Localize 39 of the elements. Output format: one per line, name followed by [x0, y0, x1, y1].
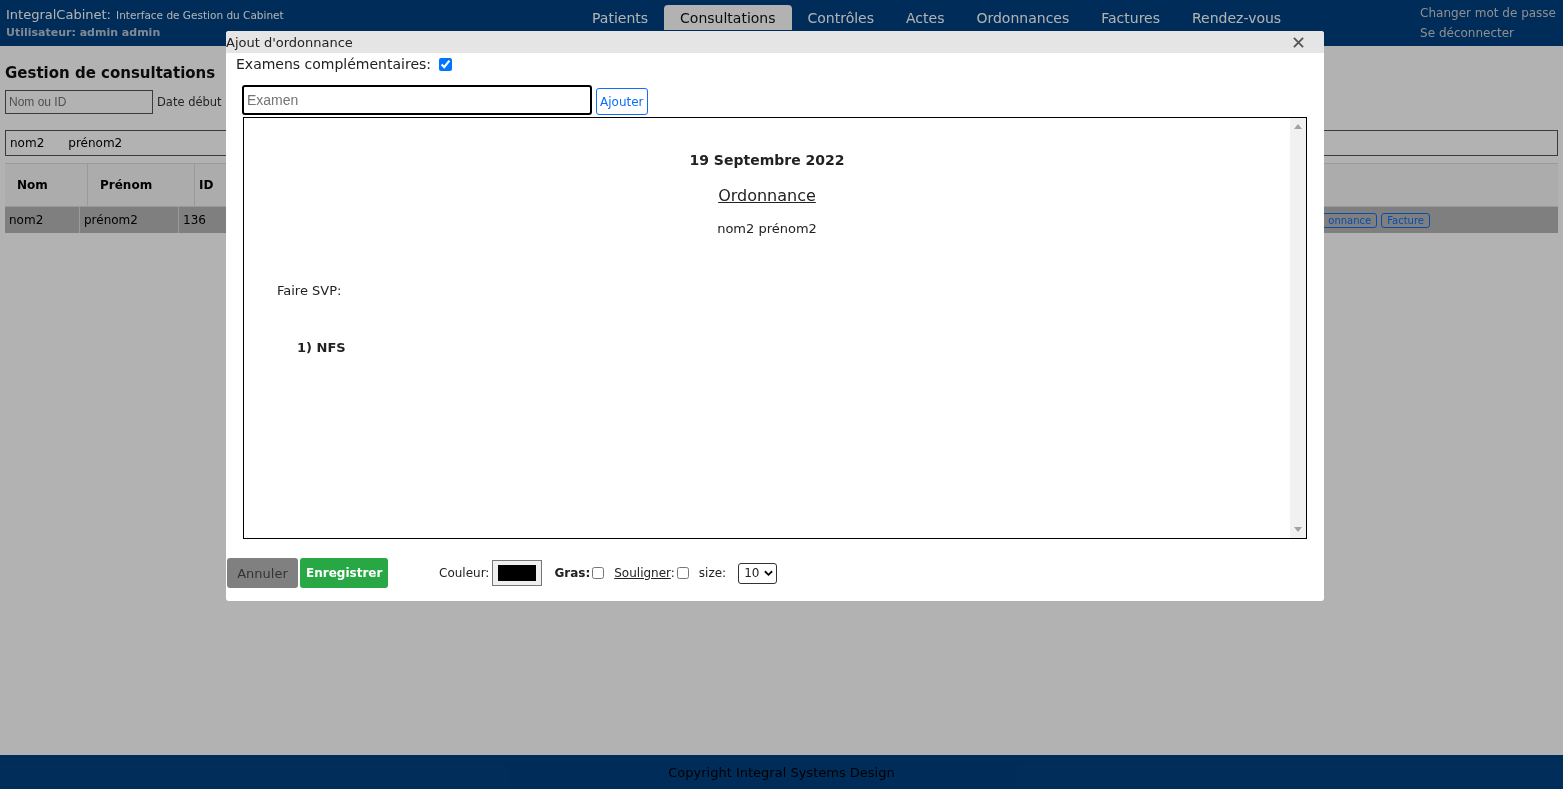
exam-field[interactable]: Examen: [242, 85, 592, 115]
nav-tab[interactable]: Rendez-vous: [1176, 5, 1298, 30]
document-heading: Ordonnance: [718, 186, 816, 205]
bold-label: Gras:: [554, 566, 591, 580]
size-label: size:: [698, 566, 727, 580]
bold-checkbox[interactable]: [592, 567, 605, 579]
date-label: Date début: [157, 95, 222, 109]
app-subtitle: Interface de Gestion du Cabinet: [116, 9, 284, 21]
add-button[interactable]: Ajouter: [596, 88, 648, 115]
page-title: Gestion de consultations: [5, 64, 216, 82]
color-picker[interactable]: [492, 560, 543, 586]
search-field[interactable]: Nom ou ID: [5, 90, 153, 114]
underline-checkbox[interactable]: [676, 567, 689, 579]
underline-label: Souligner:: [614, 566, 675, 580]
nav-tab[interactable]: Patients: [576, 5, 665, 30]
header-link[interactable]: Changer mot de passe: [1420, 6, 1556, 20]
close-icon[interactable]: [1293, 36, 1304, 48]
header-link[interactable]: Se déconnecter: [1420, 26, 1556, 40]
copyright-text: Copyright Integral Systems Design: [668, 764, 895, 780]
exams-checkbox[interactable]: [439, 57, 453, 71]
dialog-title: Ajout d'ordonnance: [226, 34, 353, 50]
nav-tab[interactable]: Consultations: [664, 5, 792, 30]
exam-item: 1) NFS: [297, 340, 346, 355]
table-cell: prénom2: [80, 207, 179, 233]
table-cell: nom2: [5, 207, 80, 233]
app-name: IntegralCabinet:: [6, 7, 111, 22]
nav-tab[interactable]: Factures: [1085, 5, 1176, 30]
nav-tab[interactable]: Contrôles: [791, 5, 890, 30]
patient-name: nom2 prénom2: [717, 221, 817, 236]
exams-label: Examens complémentaires:: [236, 56, 432, 72]
document-intro: Faire SVP:: [277, 283, 342, 298]
size-select[interactable]: 10: [738, 562, 778, 584]
color-label: Couleur:: [439, 566, 490, 580]
document-date: 19 Septembre 2022: [689, 152, 845, 168]
user-label: Utilisateur: admin admin: [6, 26, 162, 39]
nav-tab[interactable]: Ordonnances: [960, 5, 1086, 30]
document-area[interactable]: 19 Septembre 2022 Ordonnance nom2 prénom2 Faire SVP: 1) NFS: [243, 117, 1307, 539]
caret-icon: [764, 569, 774, 577]
nav-tab[interactable]: Actes: [890, 5, 961, 30]
